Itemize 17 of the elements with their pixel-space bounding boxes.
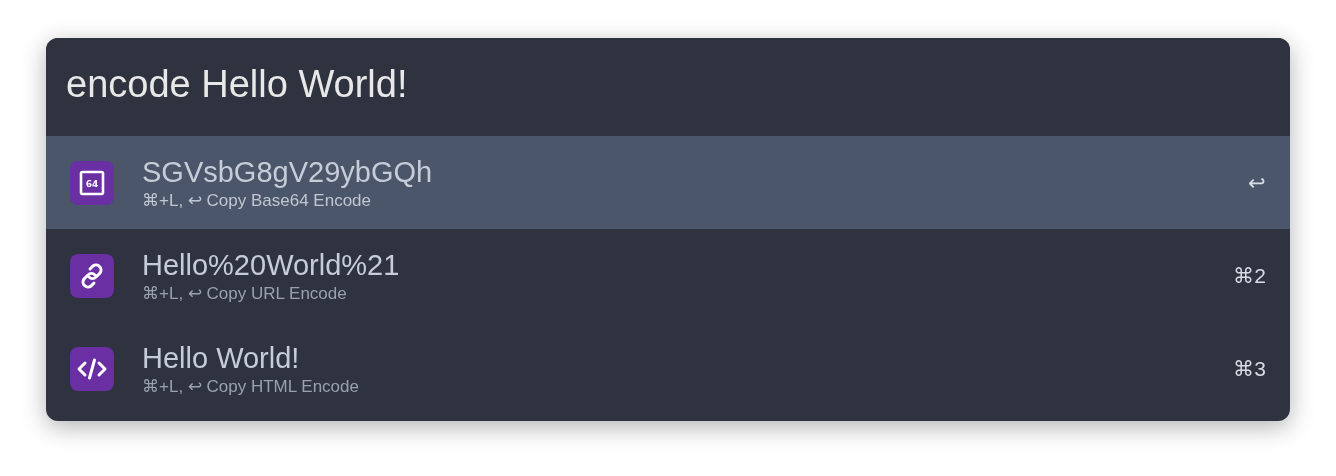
code-icon [70, 346, 114, 391]
result-item[interactable]: Hello%20World%21 ⌘+L, ↩ Copy URL Encode ⌘2 [46, 229, 1290, 322]
result-title: Hello World! [142, 340, 300, 376]
result-subtitle: ⌘+L, ↩ Copy Base64 Encode [142, 189, 371, 212]
shortcut-hint: ⌘3 [1233, 356, 1266, 381]
search-field[interactable]: encode Hello World! [46, 38, 1290, 136]
result-subtitle: ⌘+L, ↩ Copy HTML Encode [142, 375, 359, 398]
result-title: SGVsbG8gV29ybGQh [142, 154, 433, 190]
shortcut-hint: ⌘2 [1233, 263, 1266, 288]
result-item[interactable]: 64 SGVsbG8gV29ybGQh ⌘+L, ↩ Copy Base64 Encode ↩ [46, 136, 1290, 229]
result-item[interactable]: Hello World! ⌘+L, ↩ Copy HTML Encode ⌘3 [46, 322, 1290, 415]
result-subtitle: ⌘+L, ↩ Copy URL Encode [142, 282, 347, 305]
result-title: Hello%20World%21 [142, 247, 400, 283]
link-icon [70, 253, 114, 298]
search-input[interactable]: encode Hello World! [66, 58, 1270, 110]
shortcut-hint: ↩ [1248, 170, 1266, 195]
base64-icon: 64 [70, 160, 114, 205]
